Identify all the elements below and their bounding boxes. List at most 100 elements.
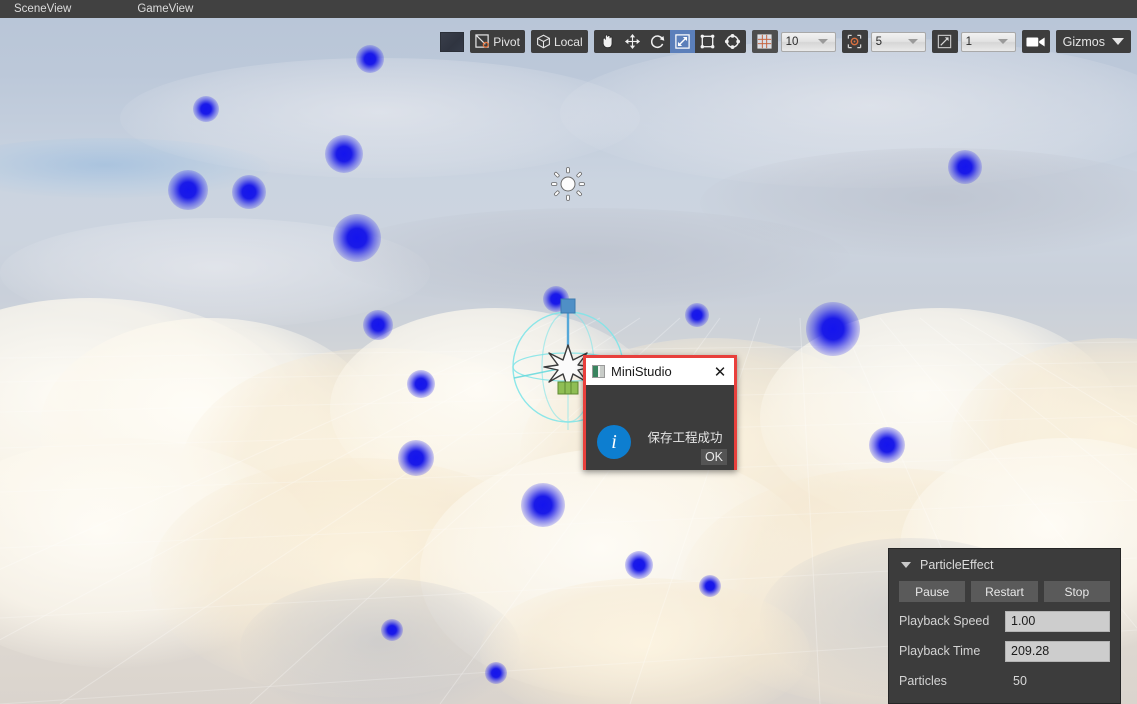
- cloud-bank: [420, 448, 820, 698]
- cloud-wisp: [700, 148, 1137, 258]
- particle-sprite: [333, 214, 381, 262]
- dialog-message: 保存工程成功: [647, 431, 723, 445]
- pause-button[interactable]: Pause: [899, 581, 966, 602]
- playback-time-label: Playback Time: [899, 644, 981, 658]
- particle-effect-gizmo-icon: [557, 381, 579, 395]
- cloud-bank: [950, 338, 1137, 548]
- pivot-label: Pivot: [493, 34, 520, 49]
- stop-button[interactable]: Stop: [1043, 581, 1110, 602]
- pivot-toggle-button[interactable]: Pivot: [470, 30, 525, 53]
- cloud-bank: [480, 578, 810, 704]
- scale-snap-control: 1: [931, 30, 1016, 53]
- particle-sprite: [869, 427, 905, 463]
- grid-snap-control: 10: [751, 30, 836, 53]
- particle-sprite: [168, 170, 208, 210]
- dialog-body: i 保存工程成功 OK: [586, 385, 734, 470]
- cloud-wisp: [560, 38, 1137, 188]
- playback-speed-row: Playback Speed 1.00: [899, 610, 1110, 632]
- particle-sprite: [685, 303, 709, 327]
- cloud-bank: [240, 578, 520, 704]
- ministudio-app-icon: [592, 365, 605, 378]
- dialog-ok-button[interactable]: OK: [700, 449, 727, 465]
- dialog-title: MiniStudio: [611, 364, 672, 379]
- particle-sprite: [193, 96, 219, 122]
- chevron-down-icon: [907, 39, 918, 44]
- rect-tool-icon[interactable]: [695, 30, 720, 53]
- ministudio-editor-window: SceneView GameView Pivot Local 10 5 1 Gi…: [0, 0, 1137, 704]
- pivot-icon: [475, 34, 490, 48]
- dialog-title-bar[interactable]: MiniStudio ✕: [586, 358, 734, 385]
- ministudio-dialog: MiniStudio ✕ i 保存工程成功 OK: [583, 355, 737, 470]
- particle-sprite: [398, 440, 434, 476]
- close-icon[interactable]: ✕: [710, 362, 730, 382]
- cloud-bank: [0, 298, 300, 538]
- particle-effect-title: ParticleEffect: [920, 558, 994, 572]
- cloud-bank: [150, 458, 570, 698]
- local-toggle-button[interactable]: Local: [530, 30, 588, 53]
- move-tool-icon[interactable]: [620, 30, 645, 53]
- particle-sprite: [543, 286, 569, 312]
- particle-sprite: [232, 175, 266, 209]
- particles-row: Particles 50: [899, 670, 1110, 692]
- playback-time-input[interactable]: 209.28: [1005, 640, 1110, 662]
- scale-snap-icon[interactable]: [931, 30, 958, 53]
- rotate-tool-icon[interactable]: [645, 30, 670, 53]
- chevron-down-icon: [817, 39, 828, 44]
- menu-sceneview[interactable]: SceneView: [0, 0, 85, 18]
- playback-controls: Pause Restart Stop: [899, 581, 1110, 602]
- rotate-snap-icon[interactable]: [841, 30, 868, 53]
- scene-toolbar: Pivot Local 10 5 1 Gizmos: [440, 30, 1131, 53]
- particle-sprite: [325, 135, 363, 173]
- cloud-bank: [40, 318, 380, 538]
- menubar: SceneView GameView: [0, 0, 1137, 18]
- restart-button[interactable]: Restart: [971, 581, 1038, 602]
- local-label: Local: [553, 34, 583, 49]
- chevron-down-icon[interactable]: [901, 562, 911, 568]
- scale-snap-text: 1: [965, 35, 973, 48]
- rotate-snap-control: 5: [841, 30, 926, 53]
- particle-sprite: [485, 662, 507, 684]
- rotate-snap-text: 5: [875, 35, 883, 48]
- rotate-snap-value[interactable]: 5: [870, 31, 926, 52]
- particle-sprite: [699, 575, 721, 597]
- particles-value: 50: [1013, 674, 1027, 688]
- playback-speed-input[interactable]: 1.00: [1005, 610, 1110, 632]
- gizmos-label: Gizmos: [1062, 34, 1105, 49]
- particle-effect-header[interactable]: ParticleEffect: [899, 557, 1110, 573]
- particle-sprite: [381, 619, 403, 641]
- cloud-wisp: [0, 138, 270, 198]
- cloud-bank: [180, 348, 580, 598]
- scale-snap-value[interactable]: 1: [960, 31, 1016, 52]
- cube-icon: [536, 34, 550, 49]
- gizmos-dropdown-button[interactable]: Gizmos: [1055, 30, 1131, 53]
- cloud-wisp: [0, 218, 430, 328]
- particle-sprite: [356, 45, 384, 73]
- camera-icon[interactable]: [1021, 30, 1050, 53]
- cloud-wisp: [120, 58, 640, 178]
- hand-tool-icon[interactable]: [595, 30, 620, 53]
- scale-tool-icon[interactable]: [669, 30, 695, 53]
- particle-sprite: [363, 310, 393, 340]
- light-gizmo-icon[interactable]: [550, 166, 586, 202]
- transform-tool-icon[interactable]: [720, 30, 745, 53]
- particle-effect-panel: ParticleEffect Pause Restart Stop Playba…: [888, 548, 1121, 704]
- menu-gameview[interactable]: GameView: [123, 0, 207, 18]
- playback-speed-label: Playback Speed: [899, 614, 990, 628]
- chevron-down-icon: [1112, 38, 1124, 45]
- particle-sprite: [407, 370, 435, 398]
- particle-sprite: [806, 302, 860, 356]
- particle-sprite: [625, 551, 653, 579]
- cloud-wisp: [330, 208, 850, 308]
- grid-snap-value[interactable]: 10: [780, 31, 836, 52]
- transform-tools-group: [593, 30, 746, 53]
- info-icon: i: [597, 425, 631, 459]
- particle-sprite: [521, 483, 565, 527]
- grid-snap-text: 10: [785, 35, 799, 48]
- grid-snap-icon[interactable]: [751, 30, 778, 53]
- background-color-swatch[interactable]: [440, 31, 465, 52]
- playback-time-row: Playback Time 209.28: [899, 640, 1110, 662]
- chevron-down-icon: [997, 39, 1008, 44]
- particles-label: Particles: [899, 674, 947, 688]
- cloud-bank: [0, 438, 320, 668]
- particle-sprite: [948, 150, 982, 184]
